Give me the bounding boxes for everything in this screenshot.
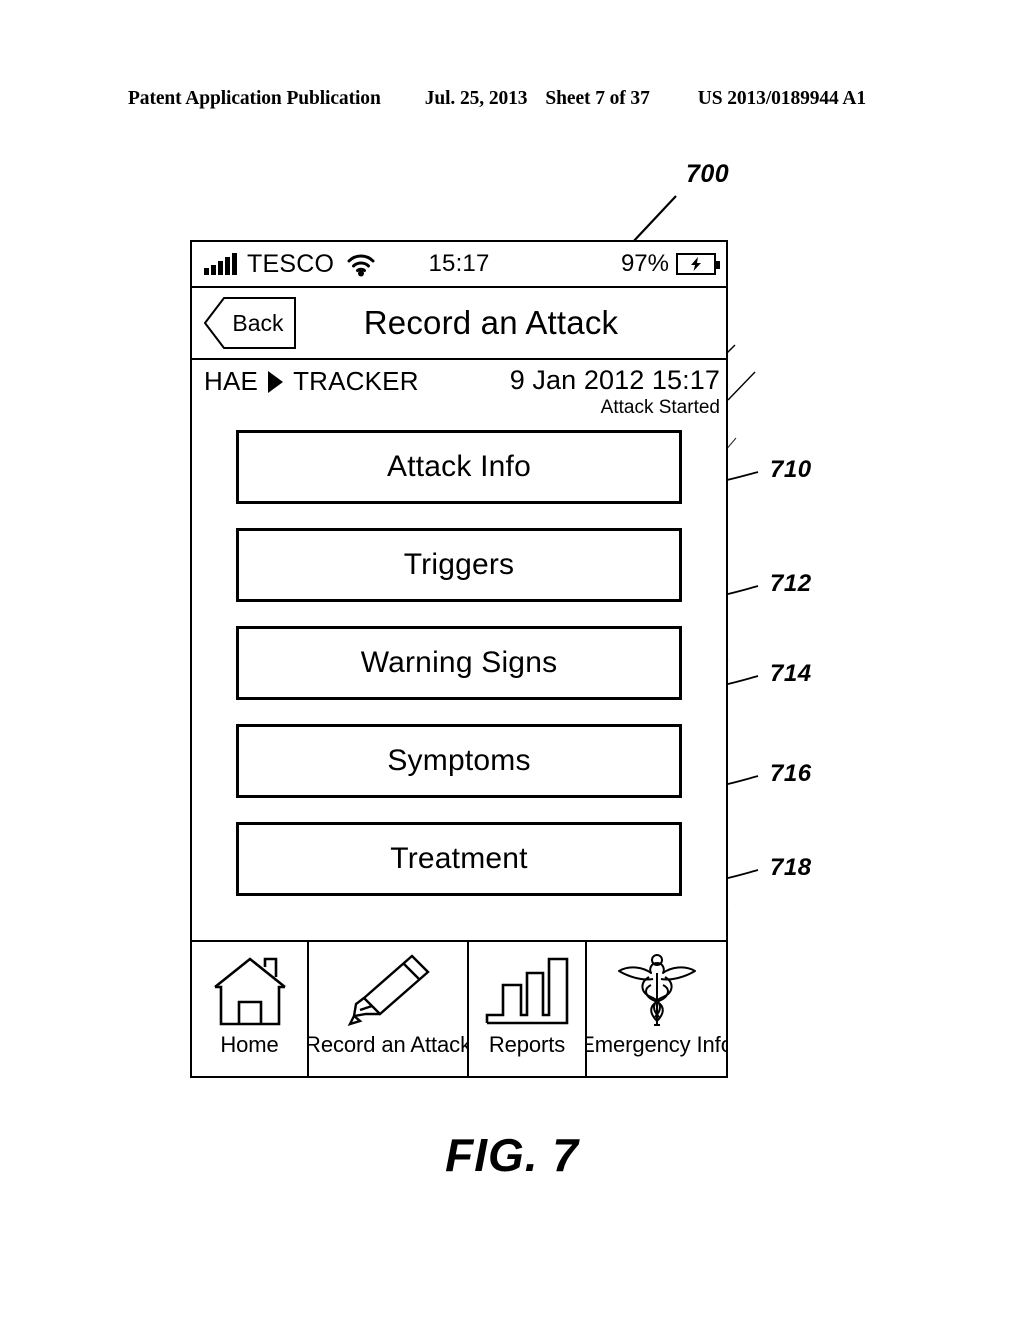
tab-home-label: Home (220, 1032, 279, 1057)
tab-emergency-info-label: Emergency Info (587, 1032, 726, 1057)
house-icon (211, 948, 289, 1034)
breadcrumb-section: TRACKER (293, 366, 419, 396)
nav-bar: Back Record an Attack (192, 288, 726, 360)
menu-button-attack-info[interactable]: Attack Info (236, 430, 682, 504)
tab-emergency-info[interactable]: Emergency Info (587, 942, 726, 1076)
status-time: 15:17 (428, 250, 490, 277)
menu-button-treatment[interactable]: Treatment (236, 822, 682, 896)
breadcrumb: HAE TRACKER (204, 366, 419, 397)
patent-header-date: Jul. 25, 2013 (424, 88, 528, 109)
tab-record-an-attack[interactable]: Record an Attack (309, 942, 469, 1076)
attack-timestamp: 9 Jan 2012 15:17 (509, 365, 720, 395)
pencil-icon (342, 948, 434, 1034)
reference-number-716: 716 (770, 760, 812, 787)
phone-device: TESCO 15:17 97% Back Record an Attack HA… (190, 240, 728, 1078)
reference-number-718: 718 (770, 854, 812, 881)
bar-chart-icon (483, 948, 571, 1034)
figure-caption: FIG. 7 (445, 1129, 579, 1181)
tab-home[interactable]: Home (192, 942, 309, 1076)
menu-list: Attack Info Triggers Warning Signs Sympt… (192, 424, 726, 940)
leader-line-timestamp-2 (727, 371, 756, 401)
caduceus-icon (613, 948, 701, 1034)
breadcrumb-app-name: HAE (204, 366, 259, 396)
attack-started-label: Attack Started (600, 397, 720, 419)
patent-header-publication: Patent Application Publication (128, 88, 381, 109)
triangle-right-icon (268, 370, 284, 393)
reference-number-712: 712 (770, 570, 812, 597)
menu-button-triggers[interactable]: Triggers (236, 528, 682, 602)
reference-number-710: 710 (770, 456, 812, 483)
battery-charging-icon (676, 253, 720, 275)
patent-header-sheet: Sheet 7 of 37 (545, 88, 650, 109)
patent-header-number: US 2013/0189944 A1 (697, 88, 867, 109)
patent-header: Patent Application Publication Jul. 25, … (128, 86, 896, 112)
tab-bar: Home Record an Attack Reports Emergency … (192, 940, 726, 1076)
back-button-label: Back (232, 309, 284, 336)
tab-reports-label: Reports (488, 1032, 566, 1057)
leader-line-700 (631, 195, 677, 244)
tab-record-an-attack-label: Record an Attack (309, 1032, 469, 1057)
reference-number-700: 700 (686, 160, 730, 188)
breadcrumb-row: HAE TRACKER 9 Jan 2012 15:17 Attack Star… (192, 360, 726, 424)
tab-reports[interactable]: Reports (469, 942, 587, 1076)
page-title: Record an Attack (363, 304, 619, 341)
menu-button-symptoms[interactable]: Symptoms (236, 724, 682, 798)
back-button[interactable]: Back (204, 297, 296, 349)
status-bar: TESCO 15:17 97% (192, 242, 726, 288)
menu-button-warning-signs[interactable]: Warning Signs (236, 626, 682, 700)
attack-timestamp-group: 9 Jan 2012 15:17 Attack Started (510, 366, 720, 418)
reference-number-714: 714 (770, 660, 812, 687)
